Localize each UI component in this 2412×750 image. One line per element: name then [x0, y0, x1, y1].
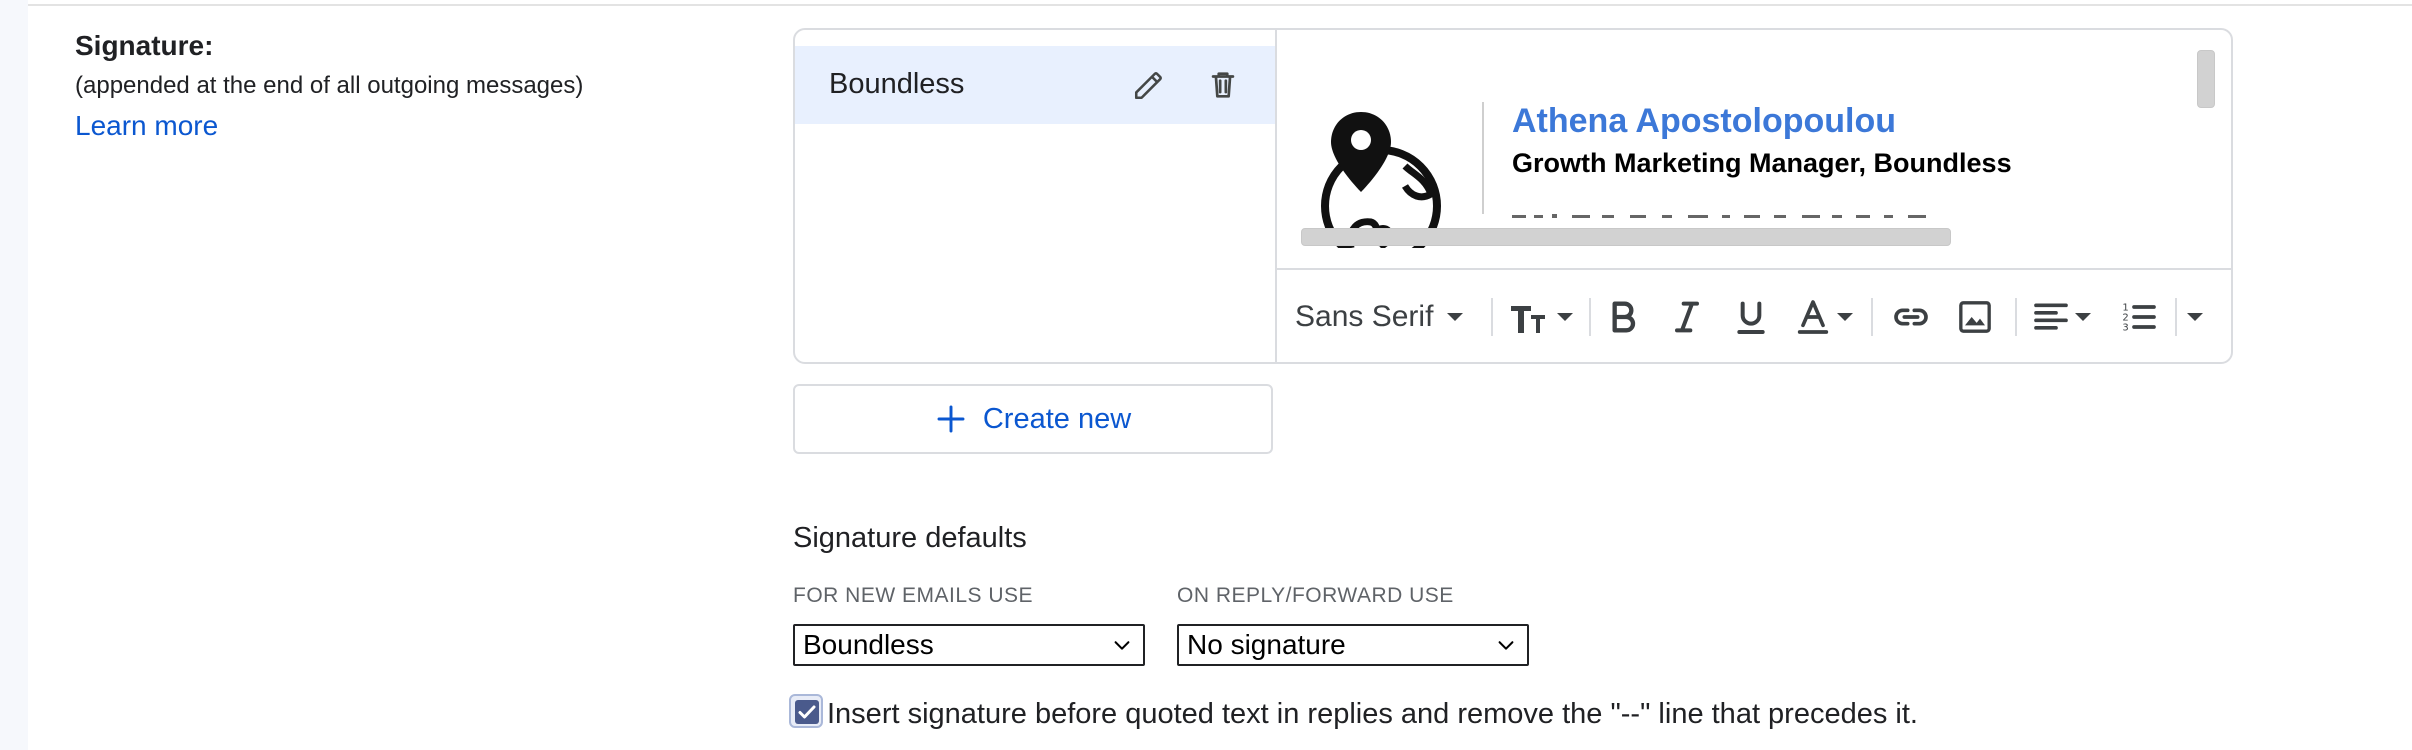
chevron-down-icon: [1557, 313, 1573, 321]
italic-icon: [1675, 301, 1699, 333]
chevron-down-icon: [1498, 641, 1514, 650]
numbered-list-button[interactable]: 1 2 3: [2119, 292, 2159, 342]
insert-image-button[interactable]: [1955, 292, 1995, 342]
signature-description: (appended at the end of all outgoing mes…: [75, 72, 584, 99]
learn-more-link[interactable]: Learn more: [75, 110, 218, 142]
toolbar-divider: [1871, 298, 1873, 336]
pencil-icon: [1134, 72, 1162, 100]
text-size-icon: [1511, 306, 1545, 333]
align-button[interactable]: [2031, 292, 2091, 342]
insert-before-quoted-checkbox[interactable]: [789, 694, 823, 728]
link-icon: [1894, 308, 1928, 326]
reply-forward-signature-select[interactable]: No signature: [1177, 624, 1529, 666]
vertical-scrollbar[interactable]: [2197, 50, 2215, 108]
signature-list-item[interactable]: Boundless: [795, 46, 1275, 124]
signature-preview[interactable]: Athena Apostolopoulou Growth Marketing M…: [1277, 30, 2231, 268]
toolbar-divider: [2175, 298, 2177, 336]
toolbar-divider: [1491, 298, 1493, 336]
insert-before-quoted-label[interactable]: Insert signature before quoted text in r…: [827, 698, 1918, 731]
left-nav-strip: [0, 0, 28, 750]
svg-text:3: 3: [2122, 322, 2128, 333]
chevron-down-icon: [1837, 313, 1853, 321]
create-new-label: Create new: [982, 402, 1132, 435]
font-family-label: Sans Serif: [1295, 300, 1434, 333]
signature-person-name: Athena Apostolopoulou: [1512, 102, 1897, 140]
new-emails-selected-value: Boundless: [803, 629, 934, 660]
toolbar-divider: [2015, 298, 2017, 336]
chevron-down-icon: [2075, 313, 2091, 321]
signature-editor: Boundless Athena Apostolopoulou Growth M…: [793, 28, 2233, 364]
more-formatting-button[interactable]: [2187, 292, 2203, 342]
text-size-button[interactable]: [1509, 292, 1573, 342]
checkbox-fill: [795, 700, 819, 724]
signature-defaults-title: Signature defaults: [793, 522, 1027, 554]
signature-label: Signature:: [75, 30, 214, 61]
plus-icon: [937, 405, 965, 433]
text-color-icon: [1797, 300, 1829, 334]
checkmark-icon: [798, 705, 816, 719]
preview-divider: [1482, 102, 1484, 214]
reply-forward-selected-value: No signature: [1187, 629, 1346, 660]
underline-button[interactable]: [1731, 292, 1771, 342]
edit-signature-button[interactable]: [1127, 63, 1171, 107]
trash-icon: [1211, 72, 1235, 98]
toolbar-divider: [1589, 298, 1591, 336]
delete-signature-button[interactable]: [1201, 63, 1245, 107]
underline-icon: [1737, 301, 1765, 334]
signature-item-name: Boundless: [829, 68, 965, 100]
new-emails-label: FOR NEW EMAILS USE: [793, 584, 1034, 607]
globe-location-pin-icon: [1321, 112, 1441, 248]
horizontal-scrollbar[interactable]: [1301, 228, 1951, 246]
more-formatting-icon: [2187, 313, 2203, 321]
reply-forward-label: ON REPLY/FORWARD USE: [1177, 584, 1454, 607]
bold-button[interactable]: [1603, 292, 1643, 342]
clipped-signature-line: [1512, 214, 1926, 218]
font-family-select[interactable]: Sans Serif: [1295, 292, 1464, 342]
chevron-down-icon: [1447, 313, 1464, 321]
bold-icon: [1612, 301, 1636, 333]
chevron-down-icon: [1114, 641, 1130, 650]
section-divider: [28, 4, 2412, 6]
signature-person-role: Growth Marketing Manager, Boundless: [1512, 148, 2012, 178]
text-color-button[interactable]: [1793, 292, 1853, 342]
align-icon: [2034, 303, 2068, 330]
numbered-list-icon: 1 2 3: [2122, 302, 2156, 333]
italic-button[interactable]: [1667, 292, 1707, 342]
new-emails-signature-select[interactable]: Boundless: [793, 624, 1145, 666]
create-new-signature-button[interactable]: Create new: [793, 384, 1273, 454]
insert-link-button[interactable]: [1891, 292, 1931, 342]
image-icon: [1959, 301, 1991, 333]
formatting-toolbar: Sans Serif 1 2 3: [1277, 268, 2231, 362]
signature-list: Boundless: [795, 30, 1277, 362]
